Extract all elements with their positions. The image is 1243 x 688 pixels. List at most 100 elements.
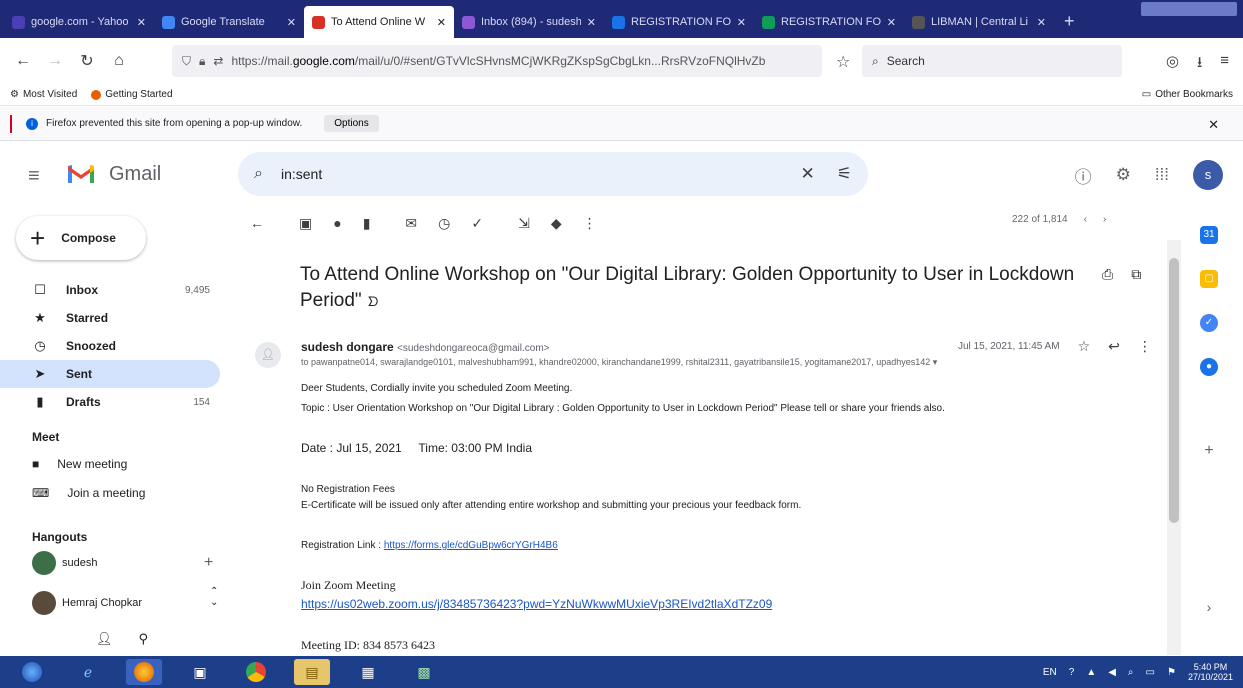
window-controls[interactable] — [1141, 2, 1237, 16]
label-icon[interactable]: ◆ — [551, 215, 562, 232]
language-indicator[interactable]: EN — [1043, 667, 1057, 678]
shield-icon[interactable]: ⛉ — [182, 54, 191, 69]
new-tab-icon[interactable]: + — [1054, 11, 1085, 38]
sidebar-item-sent[interactable]: ➤ Sent — [0, 360, 220, 388]
settings-icon[interactable]: ⚙ — [1116, 165, 1131, 185]
other-bookmarks[interactable]: ▭ Other Bookmarks — [1142, 89, 1233, 100]
hangouts-scroll-icon[interactable]: ⌃ ⌄ — [210, 586, 218, 608]
downloads-icon[interactable]: ⭳ — [1197, 52, 1202, 77]
explorer-icon[interactable]: ▤ — [294, 659, 330, 685]
start-button[interactable] — [14, 659, 50, 685]
firefox-icon[interactable] — [126, 659, 162, 685]
browser-tab[interactable]: Google Translate ✕ — [154, 6, 304, 38]
add-addon-icon[interactable]: + — [1200, 442, 1218, 460]
home-icon[interactable]: ⌂ — [110, 52, 128, 70]
network-icon[interactable]: ▲ — [1086, 667, 1096, 678]
help-icon[interactable]: ⓘ — [1075, 163, 1092, 188]
clear-search-icon[interactable]: ✕ — [801, 164, 815, 184]
more-icon[interactable]: ⋮ — [583, 215, 597, 232]
browser-search-box[interactable]: ⌕ Search — [862, 45, 1122, 77]
menu-icon[interactable]: ≡ — [1220, 52, 1229, 77]
delete-icon[interactable]: ▮ — [363, 215, 371, 232]
ie-icon[interactable]: ℯ — [70, 659, 106, 685]
search-icon[interactable]: ⌕ — [254, 165, 263, 183]
media-icon[interactable]: ▣ — [182, 659, 218, 685]
chrome-icon[interactable] — [238, 659, 274, 685]
report-spam-icon[interactable]: ● — [333, 215, 341, 231]
window-icon[interactable]: ▦ — [350, 659, 386, 685]
bookmark-star-icon[interactable]: ☆ — [836, 52, 850, 72]
forward-icon[interactable]: → — [46, 52, 64, 70]
lock-icon[interactable]: 🔒︎ — [199, 54, 205, 69]
browser-tab[interactable]: google.com - Yahoo ✕ — [4, 6, 154, 38]
help-tray-icon[interactable]: ? — [1069, 667, 1075, 678]
star-icon[interactable]: ☆ — [1078, 338, 1091, 355]
sidebar-item-inbox[interactable]: ☐ Inbox 9,495 — [0, 276, 232, 304]
open-new-window-icon[interactable]: ⧉ — [1131, 266, 1141, 283]
notification-tray-icon[interactable]: ▭ — [1146, 667, 1155, 678]
mark-unread-icon[interactable]: ✉ — [405, 215, 417, 232]
gmail-logo-icon[interactable] — [66, 162, 96, 184]
newer-icon[interactable]: › — [1103, 214, 1106, 225]
tasks-icon[interactable]: ✓ — [1200, 314, 1218, 332]
sidebar-item-snoozed[interactable]: ◷ Snoozed — [0, 332, 232, 360]
clock[interactable]: 5:40 PM 27/10/2021 — [1188, 662, 1233, 682]
browser-tab[interactable]: REGISTRATION FOR ✕ — [754, 6, 904, 38]
person-icon[interactable]: 👤︎ — [96, 631, 113, 647]
tab-close-icon[interactable]: ✕ — [437, 16, 446, 29]
search-tray-icon[interactable]: ⌕ — [1128, 667, 1134, 678]
apps-grid-icon[interactable]: ⁞⁞⁞ — [1155, 165, 1169, 185]
back-to-list-icon[interactable]: ← — [250, 215, 264, 231]
browser-tab[interactable]: LIBMAN | Central Li ✕ — [904, 6, 1054, 38]
older-icon[interactable]: ‹ — [1084, 214, 1087, 225]
move-to-icon[interactable]: ⇲ — [518, 215, 530, 232]
calendar-icon[interactable]: 31 — [1200, 226, 1218, 244]
registration-link[interactable]: https://forms.gle/cdGuBpw6crYGrH4B6 — [384, 540, 558, 551]
contacts-icon[interactable]: ● — [1200, 358, 1218, 376]
browser-tab[interactable]: Inbox (894) - sudesh ✕ — [454, 6, 604, 38]
back-icon[interactable]: ← — [14, 52, 32, 70]
add-contact-icon[interactable]: + — [204, 554, 213, 572]
mail-search-bar[interactable]: ⌕ in:sent ✕ ⚟ — [238, 152, 868, 196]
join-meeting-item[interactable]: ⌨ Join a meeting — [32, 486, 145, 500]
important-marker-icon[interactable]: ᗤ — [368, 294, 379, 309]
keep-icon[interactable]: ▢ — [1200, 270, 1218, 288]
print-icon[interactable]: ⎙ — [1102, 266, 1113, 283]
volume-icon[interactable]: ◀ — [1108, 667, 1116, 678]
main-menu-icon[interactable]: ≡ — [28, 165, 40, 188]
expand-panel-icon[interactable]: › — [1200, 598, 1218, 616]
more-icon[interactable]: ⋮ — [1138, 338, 1152, 355]
reply-icon[interactable]: ↩ — [1108, 338, 1120, 355]
permissions-icon[interactable]: ⇄ — [213, 54, 223, 68]
search-options-icon[interactable]: ⚟ — [837, 164, 852, 184]
pocket-icon[interactable]: ◎ — [1166, 52, 1179, 77]
account-avatar[interactable]: s — [1193, 160, 1223, 190]
sender-avatar[interactable]: 👤︎ — [255, 342, 281, 368]
sender-name[interactable]: sudesh dongare — [301, 340, 394, 354]
browser-tab[interactable]: REGISTRATION FOR ✕ — [604, 6, 754, 38]
snooze-icon[interactable]: ◷ — [438, 215, 450, 232]
bookmark-most-visited[interactable]: ⚙ Most Visited — [10, 89, 77, 100]
zoom-link[interactable]: https://us02web.zoom.us/j/83485736423?pw… — [301, 597, 772, 611]
hangouts-user-hemraj[interactable]: Hemraj Chopkar — [32, 591, 142, 615]
sidebar-item-starred[interactable]: ★ Starred — [0, 304, 232, 332]
tab-close-icon[interactable]: ✕ — [137, 16, 146, 29]
new-meeting-item[interactable]: ■ New meeting — [32, 457, 127, 471]
add-task-icon[interactable]: ✓ — [471, 215, 483, 232]
sidebar-item-drafts[interactable]: ▮ Drafts 154 — [0, 388, 232, 416]
excel-icon[interactable]: ▩ — [406, 659, 442, 685]
tab-close-icon[interactable]: ✕ — [587, 16, 596, 29]
browser-tab[interactable]: To Attend Online W ✕ — [304, 6, 454, 38]
reload-icon[interactable]: ↻ — [78, 51, 96, 71]
search-input[interactable]: in:sent — [281, 166, 779, 182]
bookmark-getting-started[interactable]: Getting Started — [91, 89, 173, 100]
tab-close-icon[interactable]: ✕ — [737, 16, 746, 29]
tab-close-icon[interactable]: ✕ — [287, 16, 296, 29]
archive-icon[interactable]: ▣ — [299, 215, 312, 232]
scrollbar-thumb[interactable] — [1169, 258, 1179, 523]
tab-close-icon[interactable]: ✕ — [887, 16, 896, 29]
gmail-wordmark[interactable]: Gmail — [109, 163, 161, 186]
recipients-line[interactable]: to pawanpatne014, swarajlandge0101, malv… — [301, 357, 1101, 368]
location-icon[interactable]: ⚲ — [139, 631, 149, 647]
url-bar[interactable]: ⛉ 🔒︎ ⇄ https://mail.google.com/mail/u/0/… — [172, 45, 822, 77]
